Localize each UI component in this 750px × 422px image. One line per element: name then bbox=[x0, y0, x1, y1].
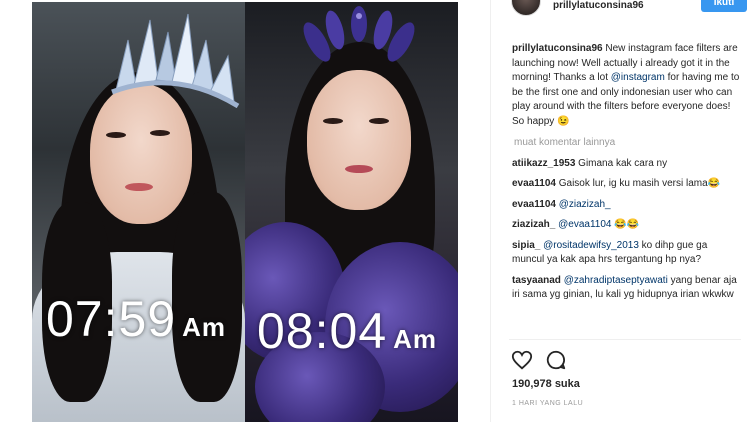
time-value: 07:59 bbox=[46, 291, 177, 347]
eye-shape bbox=[150, 130, 170, 136]
list-item: ziazizah_ @evaa1104 😂😂 bbox=[512, 218, 742, 233]
load-more-comments-link[interactable]: muat komentar lainnya bbox=[514, 136, 742, 151]
comment-username[interactable]: tasyaanad bbox=[512, 275, 561, 286]
eye-shape bbox=[323, 118, 343, 124]
heart-icon[interactable] bbox=[511, 349, 533, 371]
list-item: atiikazz_1953 Gimana kak cara ny bbox=[512, 157, 742, 172]
comment-username[interactable]: sipia_ bbox=[512, 240, 540, 251]
post-timestamp: 1 HARI YANG LALU bbox=[512, 400, 584, 407]
comment-list: prillylatuconsina96 New instagram face f… bbox=[512, 42, 742, 309]
lips-shape bbox=[345, 165, 373, 173]
time-overlay-left: 07:59 Am bbox=[46, 290, 226, 348]
selfie-photo-left: 07:59 Am bbox=[32, 2, 245, 422]
post-header: prillylatuconsina96 Ikuti bbox=[491, 0, 750, 20]
time-ampm: Am bbox=[182, 312, 227, 342]
like-count[interactable]: 190,978 suka bbox=[512, 378, 580, 390]
action-bar bbox=[511, 349, 575, 373]
divider bbox=[509, 339, 741, 340]
comment-mention[interactable]: @rositadewifsy_2013 bbox=[543, 240, 639, 251]
eye-shape bbox=[369, 118, 389, 124]
comment-mention[interactable]: @evaa1104 bbox=[558, 219, 611, 230]
lips-shape bbox=[125, 183, 153, 191]
list-item: evaa1104 @ziazizah_ bbox=[512, 198, 742, 213]
avatar[interactable] bbox=[511, 0, 541, 16]
comment-text: Gimana kak cara ny bbox=[575, 157, 668, 169]
comment-text: Gaisok lur, ig ku masih versi lama😂 bbox=[555, 178, 721, 189]
post-photo[interactable]: 07:59 Am 08:04 Am bbox=[0, 0, 490, 422]
list-item: sipia_ @rositadewifsy_2013 ko dihp gue g… bbox=[512, 239, 742, 268]
comment-username[interactable]: ziazizah_ bbox=[512, 219, 555, 230]
caption-mention[interactable]: @instagram bbox=[611, 72, 665, 83]
follow-button[interactable]: Ikuti bbox=[701, 0, 747, 12]
leaf-crown-icon bbox=[303, 6, 415, 62]
face-shape bbox=[307, 70, 411, 210]
comment-mention[interactable]: @ziazizah_ bbox=[559, 199, 611, 210]
list-item: evaa1104 Gaisok lur, ig ku masih versi l… bbox=[512, 177, 742, 192]
crystal-crown-icon bbox=[111, 13, 240, 108]
time-ampm: Am bbox=[393, 324, 438, 354]
header-username[interactable]: prillylatuconsina96 bbox=[553, 0, 644, 11]
time-overlay-right: 08:04 Am bbox=[257, 302, 437, 360]
comment-username[interactable]: evaa1104 bbox=[512, 178, 556, 189]
selfie-photo-right: 08:04 Am bbox=[245, 2, 458, 422]
caption-username[interactable]: prillylatuconsina96 bbox=[512, 43, 603, 54]
comment-username[interactable]: atiikazz_1953 bbox=[512, 158, 575, 169]
eye-shape bbox=[106, 132, 126, 138]
list-item: tasyaanad @zahradiptaseptyawati yang ben… bbox=[512, 274, 742, 303]
comment-icon[interactable] bbox=[545, 349, 567, 371]
caption: prillylatuconsina96 New instagram face f… bbox=[512, 42, 742, 129]
time-value: 08:04 bbox=[257, 303, 388, 359]
comment-mention[interactable]: @zahradiptaseptyawati bbox=[564, 275, 668, 286]
comment-text: 😂😂 bbox=[611, 219, 640, 230]
post-side-panel: prillylatuconsina96 Ikuti prillylatucons… bbox=[490, 0, 750, 422]
comment-username[interactable]: evaa1104 bbox=[512, 199, 556, 210]
